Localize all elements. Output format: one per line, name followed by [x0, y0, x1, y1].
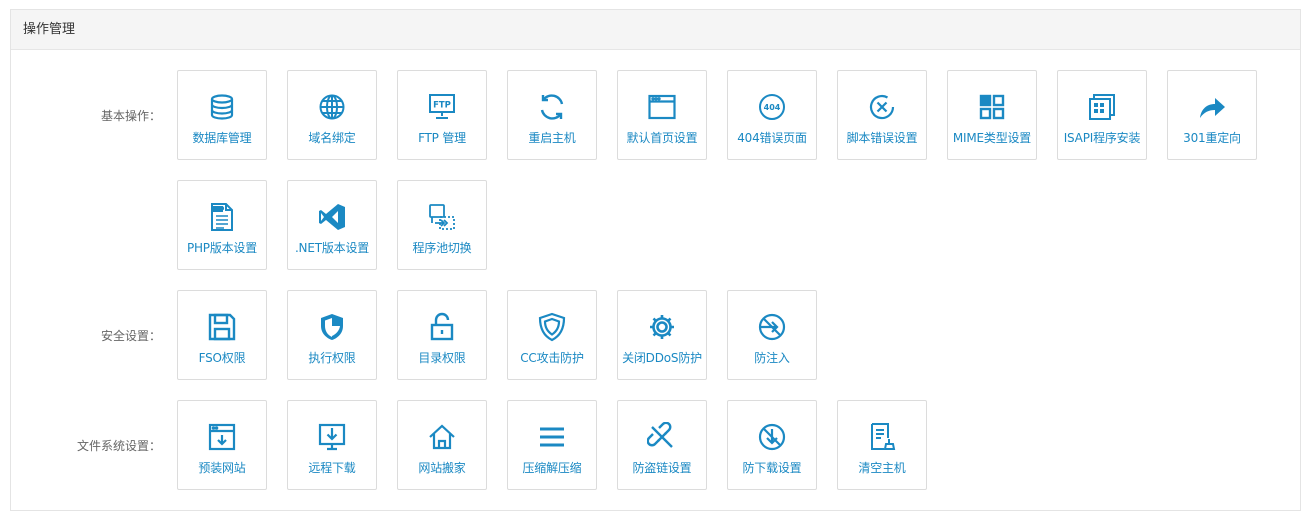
section-label: 文件系统设置： — [76, 439, 161, 453]
pool-switch-icon — [426, 201, 458, 233]
tile-grid-apps-button[interactable]: MIME类型设置 — [947, 70, 1037, 160]
tile-save-disk-button[interactable]: FSO权限 — [177, 290, 267, 380]
tile-label: 404错误页面 — [737, 131, 807, 145]
tile-globe-button[interactable]: 域名绑定 — [287, 70, 377, 160]
tile-label: .NET版本设置 — [294, 241, 370, 255]
tile-label: 数据库管理 — [192, 131, 252, 145]
tile-broken-link-button[interactable]: 防盗链设置 — [617, 400, 707, 490]
tile-label: FSO权限 — [198, 351, 246, 365]
tile-label: 域名绑定 — [308, 131, 356, 145]
tile-gear-button[interactable]: 关闭DDoS防护 — [617, 290, 707, 380]
tile-label: 重启主机 — [528, 131, 576, 145]
tile-remote-download-button[interactable]: 远程下载 — [287, 400, 377, 490]
script-error-icon — [866, 91, 898, 123]
tile-grid: 预装网站 远程下载 网站搬家 压缩解压缩 防盗链设置 防下载设置 清空主机 — [177, 400, 1277, 510]
gear-icon — [646, 311, 678, 343]
section-label: 基本操作： — [100, 109, 161, 123]
clear-host-icon — [866, 421, 898, 453]
tile-redirect-arrow-button[interactable]: 301重定向 — [1167, 70, 1257, 160]
save-disk-icon — [206, 311, 238, 343]
no-download-icon — [756, 421, 788, 453]
tile-home-button[interactable]: 网站搬家 — [397, 400, 487, 490]
tile-no-injection-button[interactable]: 防注入 — [727, 290, 817, 380]
tile-error-404-button[interactable]: 404 404错误页面 — [727, 70, 817, 160]
tile-grid: FSO权限 执行权限 目录权限 CC攻击防护 关闭DDoS防护 防注入 — [177, 290, 1277, 400]
tile-grid: 数据库管理 域名绑定 FTP FTP 管理 重启主机 默认首页设置 404 404错误页面 脚本… — [177, 70, 1277, 290]
tile-php-file-button[interactable]: PHP PHP版本设置 — [177, 180, 267, 270]
broken-link-icon — [646, 421, 678, 453]
svg-text:404: 404 — [764, 103, 781, 112]
panel-title: 操作管理 — [11, 10, 1300, 50]
tile-label: PHP版本设置 — [186, 241, 258, 255]
error-404-icon: 404 — [756, 91, 788, 123]
section-label: 安全设置： — [100, 329, 161, 343]
tile-label: 程序池切换 — [412, 241, 472, 255]
tile-database-button[interactable]: 数据库管理 — [177, 70, 267, 160]
database-icon — [206, 91, 238, 123]
badge-shield-icon — [536, 311, 568, 343]
tile-pool-switch-button[interactable]: 程序池切换 — [397, 180, 487, 270]
home-icon — [426, 421, 458, 453]
tile-no-download-button[interactable]: 防下载设置 — [727, 400, 817, 490]
svg-text:PHP: PHP — [212, 207, 224, 213]
unlock-icon — [426, 311, 458, 343]
globe-icon — [316, 91, 348, 123]
php-file-icon: PHP — [206, 201, 238, 233]
tile-stacked-windows-button[interactable]: ISAPI程序安装 — [1057, 70, 1147, 160]
no-injection-icon — [756, 311, 788, 343]
restart-icon — [536, 91, 568, 123]
preinstall-icon — [206, 421, 238, 453]
browser-window-icon — [646, 91, 678, 123]
shield-icon — [316, 311, 348, 343]
tile-label: FTP 管理 — [418, 131, 466, 145]
tile-label: 执行权限 — [308, 351, 356, 365]
tile-preinstall-button[interactable]: 预装网站 — [177, 400, 267, 490]
tile-script-error-button[interactable]: 脚本错误设置 — [837, 70, 927, 160]
svg-text:FTP: FTP — [433, 101, 451, 111]
tile-label: 301重定向 — [1183, 131, 1241, 145]
tile-label: 目录权限 — [418, 351, 466, 365]
tile-label: 网站搬家 — [418, 461, 466, 475]
remote-download-icon — [316, 421, 348, 453]
tile-label: 防注入 — [754, 351, 790, 365]
tile-restart-button[interactable]: 重启主机 — [507, 70, 597, 160]
redirect-arrow-icon — [1196, 91, 1228, 123]
ftp-icon: FTP — [426, 91, 458, 123]
tile-unlock-button[interactable]: 目录权限 — [397, 290, 487, 380]
tile-label: 远程下载 — [308, 461, 356, 475]
tile-browser-window-button[interactable]: 默认首页设置 — [617, 70, 707, 160]
menu-lines-icon — [536, 421, 568, 453]
stacked-windows-icon — [1086, 91, 1118, 123]
tile-label: 压缩解压缩 — [522, 461, 582, 475]
tile-clear-host-button[interactable]: 清空主机 — [837, 400, 927, 490]
tile-label: MIME类型设置 — [952, 131, 1032, 145]
tile-label: 清空主机 — [858, 461, 906, 475]
operations-panel: 操作管理 基本操作： 数据库管理 域名绑定 FTP FTP 管理 重启主机 默认首页设置 4… — [10, 9, 1301, 511]
tile-label: 防下载设置 — [742, 461, 802, 475]
tile-label: ISAPI程序安装 — [1063, 131, 1141, 145]
tile-menu-lines-button[interactable]: 压缩解压缩 — [507, 400, 597, 490]
grid-apps-icon — [976, 91, 1008, 123]
tile-badge-shield-button[interactable]: CC攻击防护 — [507, 290, 597, 380]
tile-label: 预装网站 — [198, 461, 246, 475]
tile-label: 默认首页设置 — [626, 131, 698, 145]
tile-label: 关闭DDoS防护 — [622, 351, 702, 365]
visual-studio-icon — [316, 201, 348, 233]
tile-shield-button[interactable]: 执行权限 — [287, 290, 377, 380]
tile-visual-studio-button[interactable]: .NET版本设置 — [287, 180, 377, 270]
tile-label: CC攻击防护 — [520, 351, 584, 365]
tile-label: 脚本错误设置 — [846, 131, 918, 145]
tile-ftp-button[interactable]: FTP FTP 管理 — [397, 70, 487, 160]
tile-label: 防盗链设置 — [632, 461, 692, 475]
